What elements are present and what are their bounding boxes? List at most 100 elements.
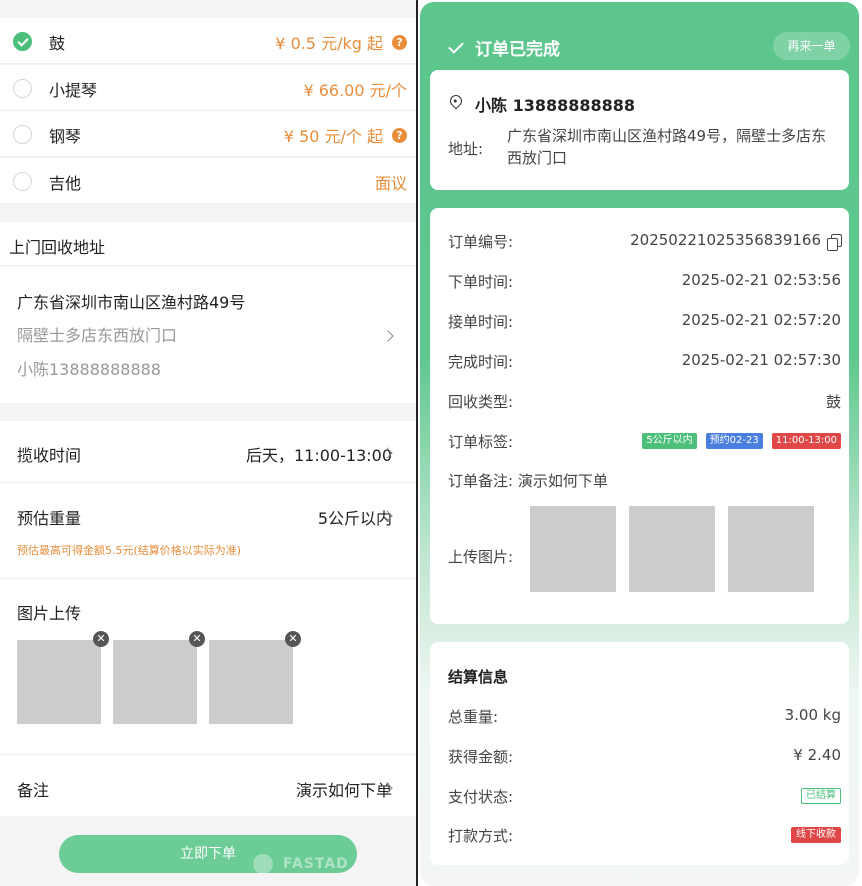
order-info-label: 接单时间: — [448, 313, 514, 331]
category-row[interactable]: 鼓 ¥ 0.5 元/kg 起? — [0, 18, 416, 64]
watermark: FASTAD — [253, 854, 349, 874]
order-info-row: 回收类型: 鼓 — [430, 391, 849, 413]
category-name: 鼓 — [49, 34, 66, 53]
category-price: ¥ 66.00 元/个 — [303, 77, 407, 101]
category-price-text: ¥ 0.5 元/kg 起 — [275, 34, 383, 53]
uploaded-image[interactable]: ✕ — [113, 631, 205, 724]
order-status-header: 订单已完成 — [447, 35, 560, 60]
address-section-header: 上门回收地址 — [0, 222, 416, 266]
chevron-right-icon — [382, 330, 394, 342]
settlement-title: 结算信息 — [448, 668, 509, 686]
uploaded-image[interactable]: ✕ — [209, 631, 301, 724]
order-info-value: 20250221025356839166 — [630, 231, 821, 249]
category-name: 吉他 — [49, 173, 82, 193]
watermark-text: FASTAD — [283, 856, 349, 872]
pickup-time-label: 揽收时间 — [17, 446, 82, 465]
address-detail: 隔壁士多店东西放门口 — [17, 326, 178, 345]
order-info-label: 订单编号: — [448, 233, 514, 251]
order-tags-label: 订单标签: — [448, 433, 514, 451]
pickup-time-value: 后天，11:00-13:00 — [246, 446, 392, 465]
order-info-value: 2025-02-21 02:53:56 — [681, 271, 841, 289]
weight-label: 预估重量 — [17, 509, 82, 528]
radio-unchecked-icon[interactable] — [13, 171, 32, 191]
weight-row[interactable]: 预估重量 5公斤以内 预估最高可得金额5.5元(结算价格以实际为准) — [0, 484, 416, 579]
order-detail-panel: 订单已完成 再来一单 小陈 13888888888 地址: 广东省深圳市南山区渔… — [420, 2, 859, 886]
pay-status-row: 支付状态: 已结算 — [430, 786, 849, 808]
address-card: 小陈 13888888888 地址: 广东省深圳市南山区渔村路49号，隔壁士多店… — [430, 70, 849, 190]
category-price: 面议 — [375, 170, 407, 194]
address-text: 广东省深圳市南山区渔村路49号，隔壁士多店东西放门口 — [507, 127, 827, 167]
estimated-amount-hint: 预估最高可得金额5.5元(结算价格以实际为准) — [17, 544, 242, 557]
order-info-value: 2025-02-21 02:57:20 — [681, 311, 841, 329]
order-details-form: 揽收时间 后天，11:00-13:00 预估重量 5公斤以内 预估最高可得金额5… — [0, 421, 416, 816]
order-form-panel: 鼓 ¥ 0.5 元/kg 起? 小提琴 ¥ 66.00 元/个钢琴 ¥ 50 元/个 起… — [0, 0, 416, 886]
close-icon[interactable]: ✕ — [285, 631, 301, 647]
screen-divider — [416, 0, 418, 886]
order-info-card: 订单编号: 20250221025356839166 下单时间: 2025-02-21… — [430, 208, 849, 624]
location-pin-icon — [447, 92, 465, 110]
uploaded-images — [530, 506, 827, 592]
order-remark: 订单备注: 演示如何下单 — [448, 472, 608, 490]
radio-checked-icon[interactable] — [13, 32, 32, 51]
order-info-label: 回收类型: — [448, 393, 514, 411]
order-tag-badge: 5公斤以内 — [642, 433, 697, 449]
image-upload-section: 图片上传 ✕ ✕ ✕ — [0, 579, 416, 755]
address-line: 广东省深圳市南山区渔村路49号 — [17, 293, 246, 312]
close-icon[interactable]: ✕ — [93, 631, 109, 647]
category-price-text: 面议 — [374, 173, 407, 193]
order-tag-badge: 预约02-23 — [705, 433, 763, 449]
pay-method-row: 打款方式: 线下收款 — [430, 825, 849, 847]
settlement-card: 结算信息 总重量: 3.00 kg 获得金额: ¥ 2.40 支付状态: 已结算… — [430, 642, 849, 865]
address-section-title: 上门回收地址 — [9, 238, 106, 257]
order-image[interactable] — [629, 506, 715, 592]
order-info-value: 鼓 — [825, 393, 841, 411]
category-price-text: ¥ 66.00 元/个 — [303, 80, 407, 100]
amount-label: 获得金额: — [448, 748, 514, 766]
order-info-row: 接单时间: 2025-02-21 02:57:20 — [430, 311, 849, 333]
help-icon[interactable]: ? — [392, 34, 407, 50]
category-price: ¥ 0.5 元/kg 起? — [275, 30, 407, 54]
uploaded-image[interactable]: ✕ — [17, 631, 109, 724]
pickup-time-row[interactable]: 揽收时间 后天，11:00-13:00 — [0, 421, 416, 483]
order-tag-badge: 11:00-13:00 — [771, 433, 841, 449]
category-row[interactable]: 钢琴 ¥ 50 元/个 起? — [0, 111, 416, 157]
help-icon[interactable]: ? — [392, 127, 407, 143]
image-upload-label: 图片上传 — [17, 604, 82, 623]
order-info-label: 下单时间: — [448, 273, 514, 291]
pay-status-badge: 已结算 — [801, 788, 841, 804]
order-tags: 5公斤以内 预约02-23 11:00-13:00 — [633, 433, 841, 449]
pay-method-label: 打款方式: — [448, 827, 514, 845]
category-row[interactable]: 吉他 面议 — [0, 157, 416, 204]
radio-unchecked-icon[interactable] — [13, 78, 32, 98]
close-icon[interactable]: ✕ — [189, 631, 205, 647]
remark-row[interactable]: 备注 演示如何下单 — [0, 756, 416, 816]
order-info-row: 下单时间: 2025-02-21 02:53:56 — [430, 271, 849, 293]
category-price-text: ¥ 50 元/个 起 — [283, 127, 383, 146]
category-name: 小提琴 — [49, 80, 98, 100]
pay-method-badge: 线下收款 — [791, 827, 841, 843]
category-name: 钢琴 — [49, 127, 82, 146]
order-image[interactable] — [530, 506, 616, 592]
category-row[interactable]: 小提琴 ¥ 66.00 元/个 — [0, 64, 416, 111]
pay-status-label: 支付状态: — [448, 788, 514, 806]
amount-value: ¥ 2.40 — [793, 746, 841, 764]
total-weight-value: 3.00 kg — [784, 706, 841, 724]
order-info-row: 订单编号: 20250221025356839166 — [430, 231, 849, 253]
order-image[interactable] — [728, 506, 814, 592]
order-info-value: 2025-02-21 02:57:30 — [681, 351, 841, 369]
order-status-text: 订单已完成 — [475, 40, 560, 60]
total-weight-label: 总重量: — [448, 708, 499, 726]
uploaded-images-label: 上传图片: — [448, 548, 514, 566]
submit-bar: 立即下单 FASTAD — [0, 816, 416, 886]
radio-unchecked-icon[interactable] — [13, 125, 32, 144]
remark-value: 演示如何下单 — [295, 781, 392, 800]
order-info-row: 完成时间: 2025-02-21 02:57:30 — [430, 351, 849, 373]
reorder-button[interactable]: 再来一单 — [773, 32, 850, 60]
check-icon — [447, 39, 465, 57]
category-price: ¥ 50 元/个 起? — [284, 123, 407, 147]
total-weight-row: 总重量: 3.00 kg — [430, 706, 849, 728]
copy-icon[interactable] — [827, 234, 842, 251]
pickup-address-selector[interactable]: 广东省深圳市南山区渔村路49号 隔壁士多店东西放门口 小陈13888888888 — [0, 267, 416, 403]
remark-label: 备注 — [17, 781, 50, 800]
weight-value: 5公斤以内 — [317, 509, 392, 528]
